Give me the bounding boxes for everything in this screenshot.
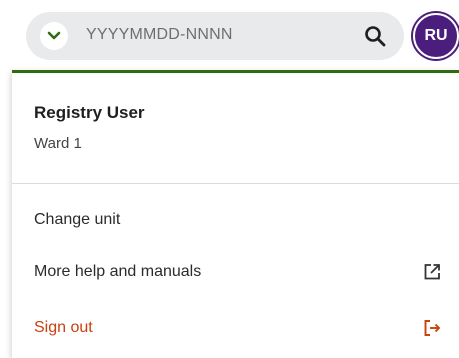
change-unit-label: Change unit xyxy=(34,211,121,228)
sign-out-icon xyxy=(422,318,442,338)
sign-out-label: Sign out xyxy=(34,319,93,336)
help-manuals-item[interactable]: More help and manuals xyxy=(34,259,444,287)
menu-divider xyxy=(12,183,459,184)
search-bar[interactable]: YYYYMMDD-NNNN xyxy=(26,12,404,60)
help-manuals-label: More help and manuals xyxy=(34,263,202,280)
search-input[interactable]: YYYYMMDD-NNNN xyxy=(86,26,233,44)
external-link-icon xyxy=(422,262,442,282)
change-unit-item[interactable]: Change unit xyxy=(34,207,444,235)
user-info: Registry User Ward 1 xyxy=(34,103,145,152)
top-bar: YYYYMMDD-NNNN RU xyxy=(0,0,459,70)
search-icon[interactable] xyxy=(363,24,387,48)
sign-out-item[interactable]: Sign out xyxy=(34,315,444,343)
user-unit: Ward 1 xyxy=(34,135,82,152)
user-name: Registry User xyxy=(34,103,145,122)
user-avatar-button[interactable]: RU xyxy=(413,13,459,59)
user-menu: Registry User Ward 1 Change unit More he… xyxy=(12,70,459,358)
chevron-down-icon[interactable] xyxy=(40,22,68,50)
